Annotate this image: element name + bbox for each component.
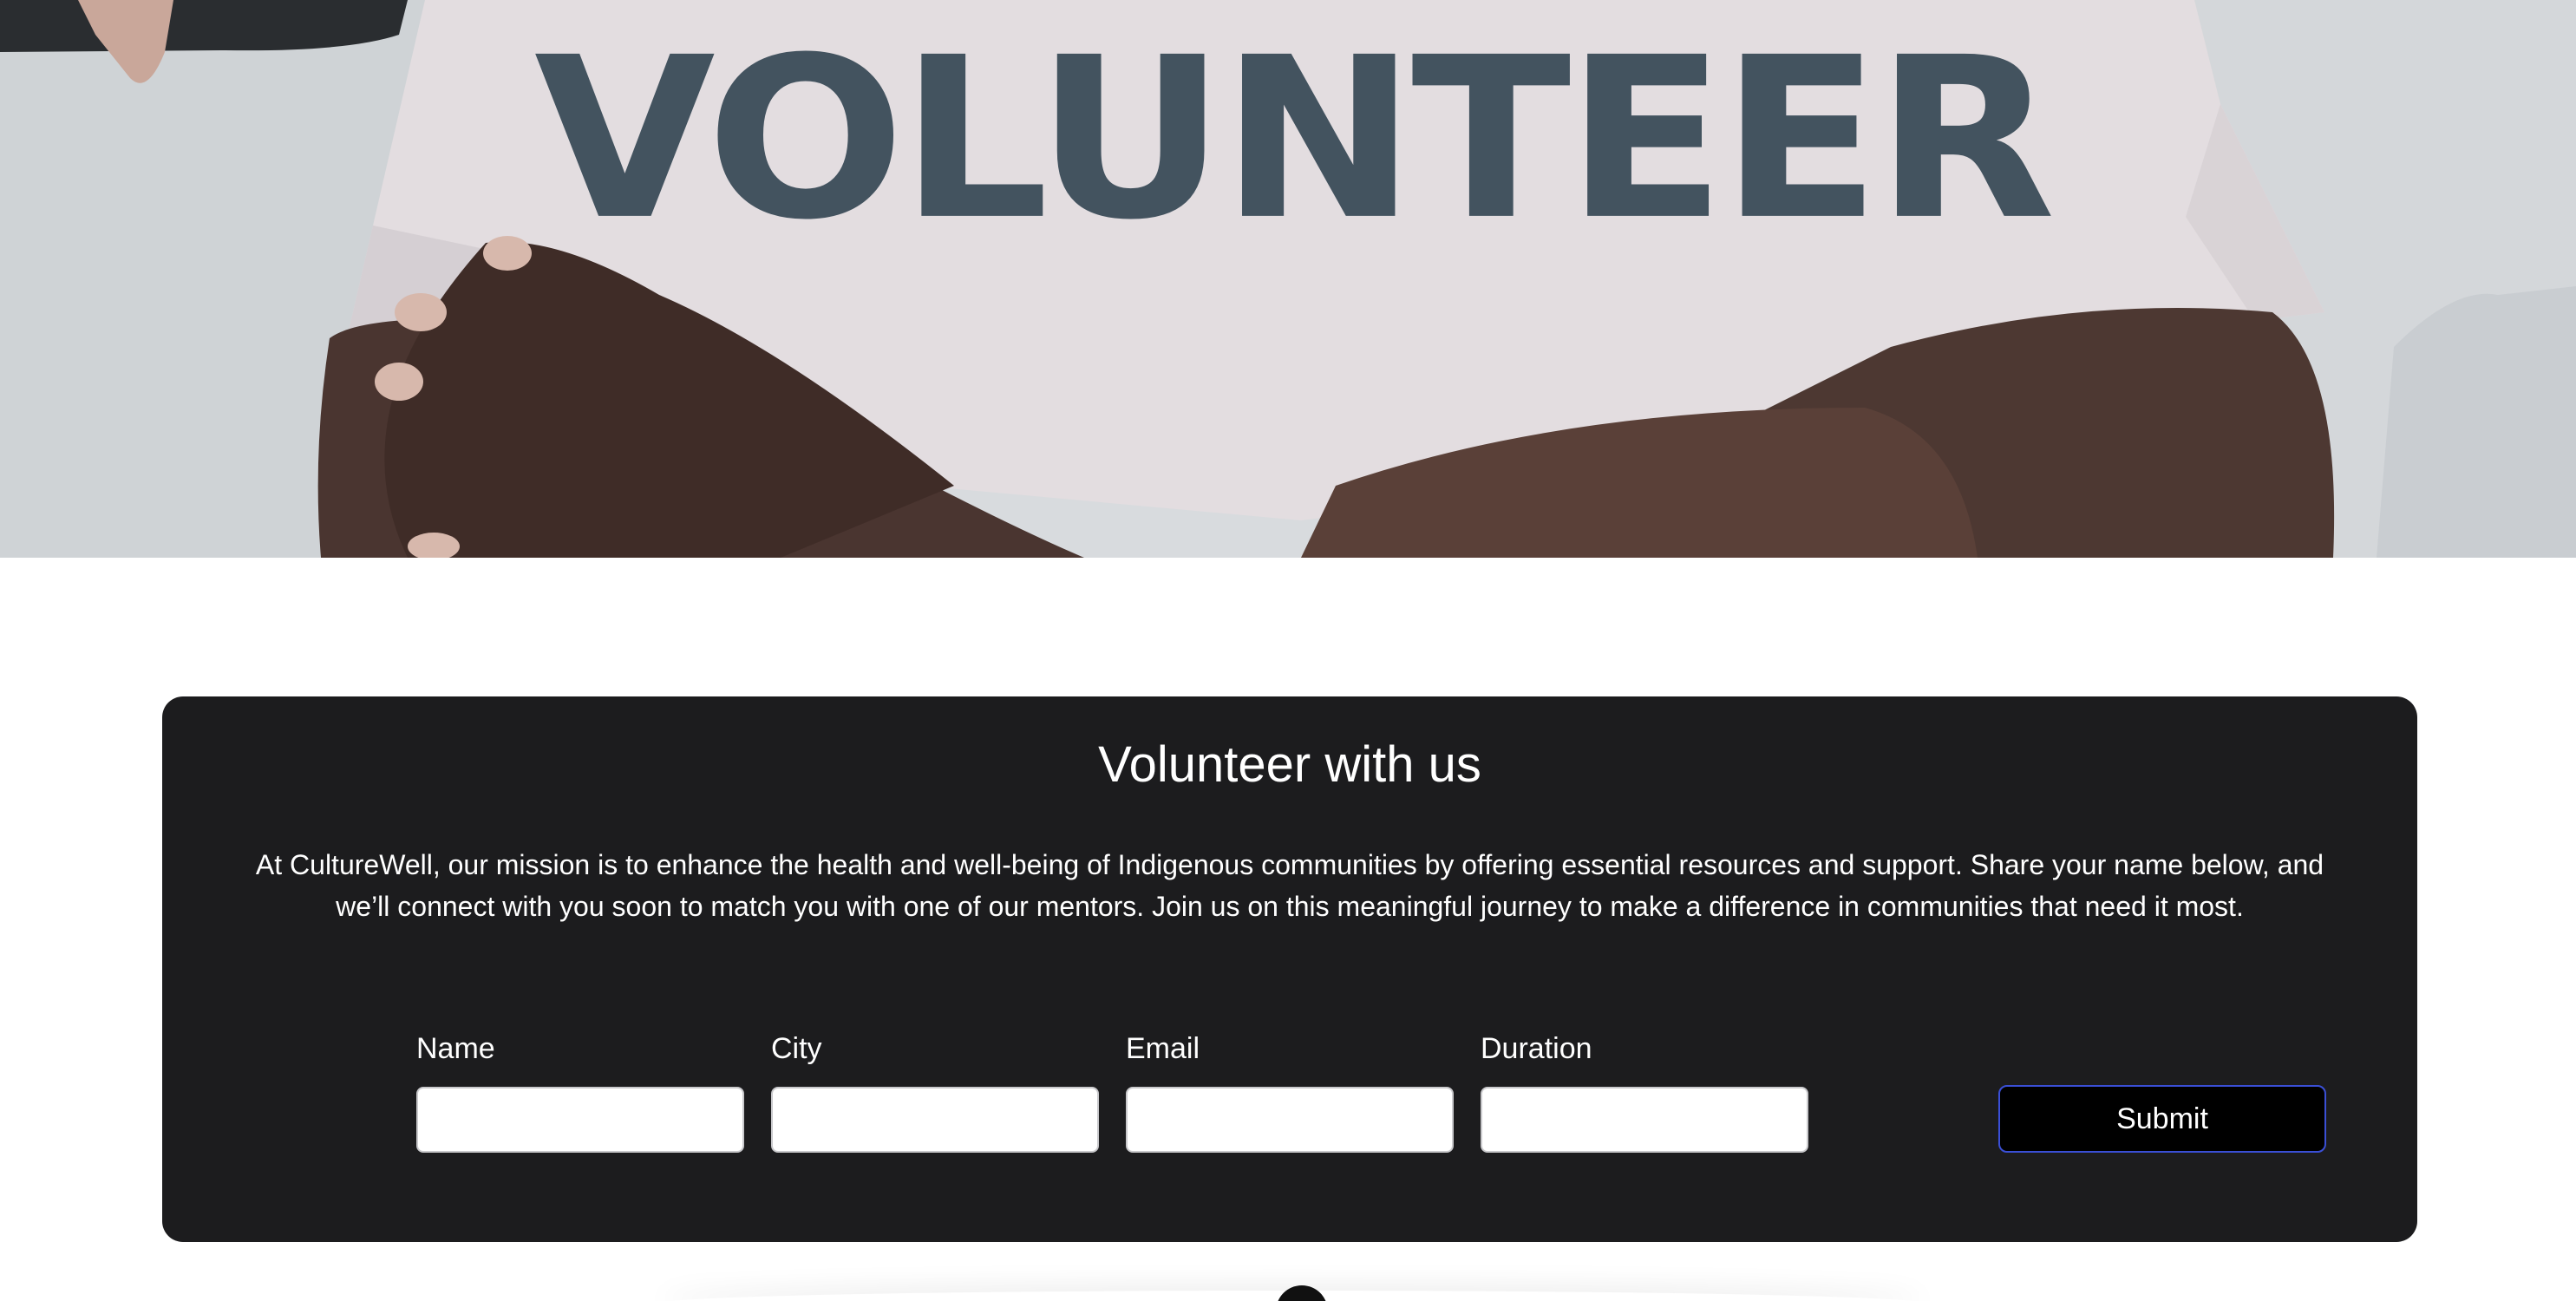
shirt-text: VOLUNTEER (534, 10, 2051, 269)
volunteer-title: Volunteer with us (1098, 736, 1481, 793)
duration-field: Duration (1481, 1031, 1808, 1153)
name-input[interactable] (416, 1087, 744, 1153)
hero-image: VOLUNTEER (0, 0, 2576, 558)
email-label: Email (1126, 1032, 1200, 1065)
page: VOLUNTEER Volunteer with us At CultureWe… (0, 0, 2576, 1301)
city-field: City (771, 1031, 1099, 1153)
name-field: Name (416, 1031, 744, 1153)
city-label: City (771, 1032, 822, 1065)
submit-button[interactable]: Submit (1998, 1085, 2326, 1153)
name-label: Name (416, 1032, 495, 1065)
duration-label: Duration (1481, 1032, 1592, 1065)
email-field: Email (1126, 1031, 1454, 1153)
hero-photo-illustration: VOLUNTEER (0, 0, 2576, 558)
duration-input[interactable] (1481, 1087, 1808, 1153)
email-input[interactable] (1126, 1087, 1454, 1153)
scroll-indicator-dot[interactable] (1276, 1285, 1328, 1301)
volunteer-card: Volunteer with us At CultureWell, our mi… (162, 696, 2417, 1242)
city-input[interactable] (771, 1087, 1099, 1153)
volunteer-form: Name City Email Duration Submit (416, 1031, 2326, 1161)
volunteer-description: At CultureWell, our mission is to enhanc… (255, 849, 2324, 922)
